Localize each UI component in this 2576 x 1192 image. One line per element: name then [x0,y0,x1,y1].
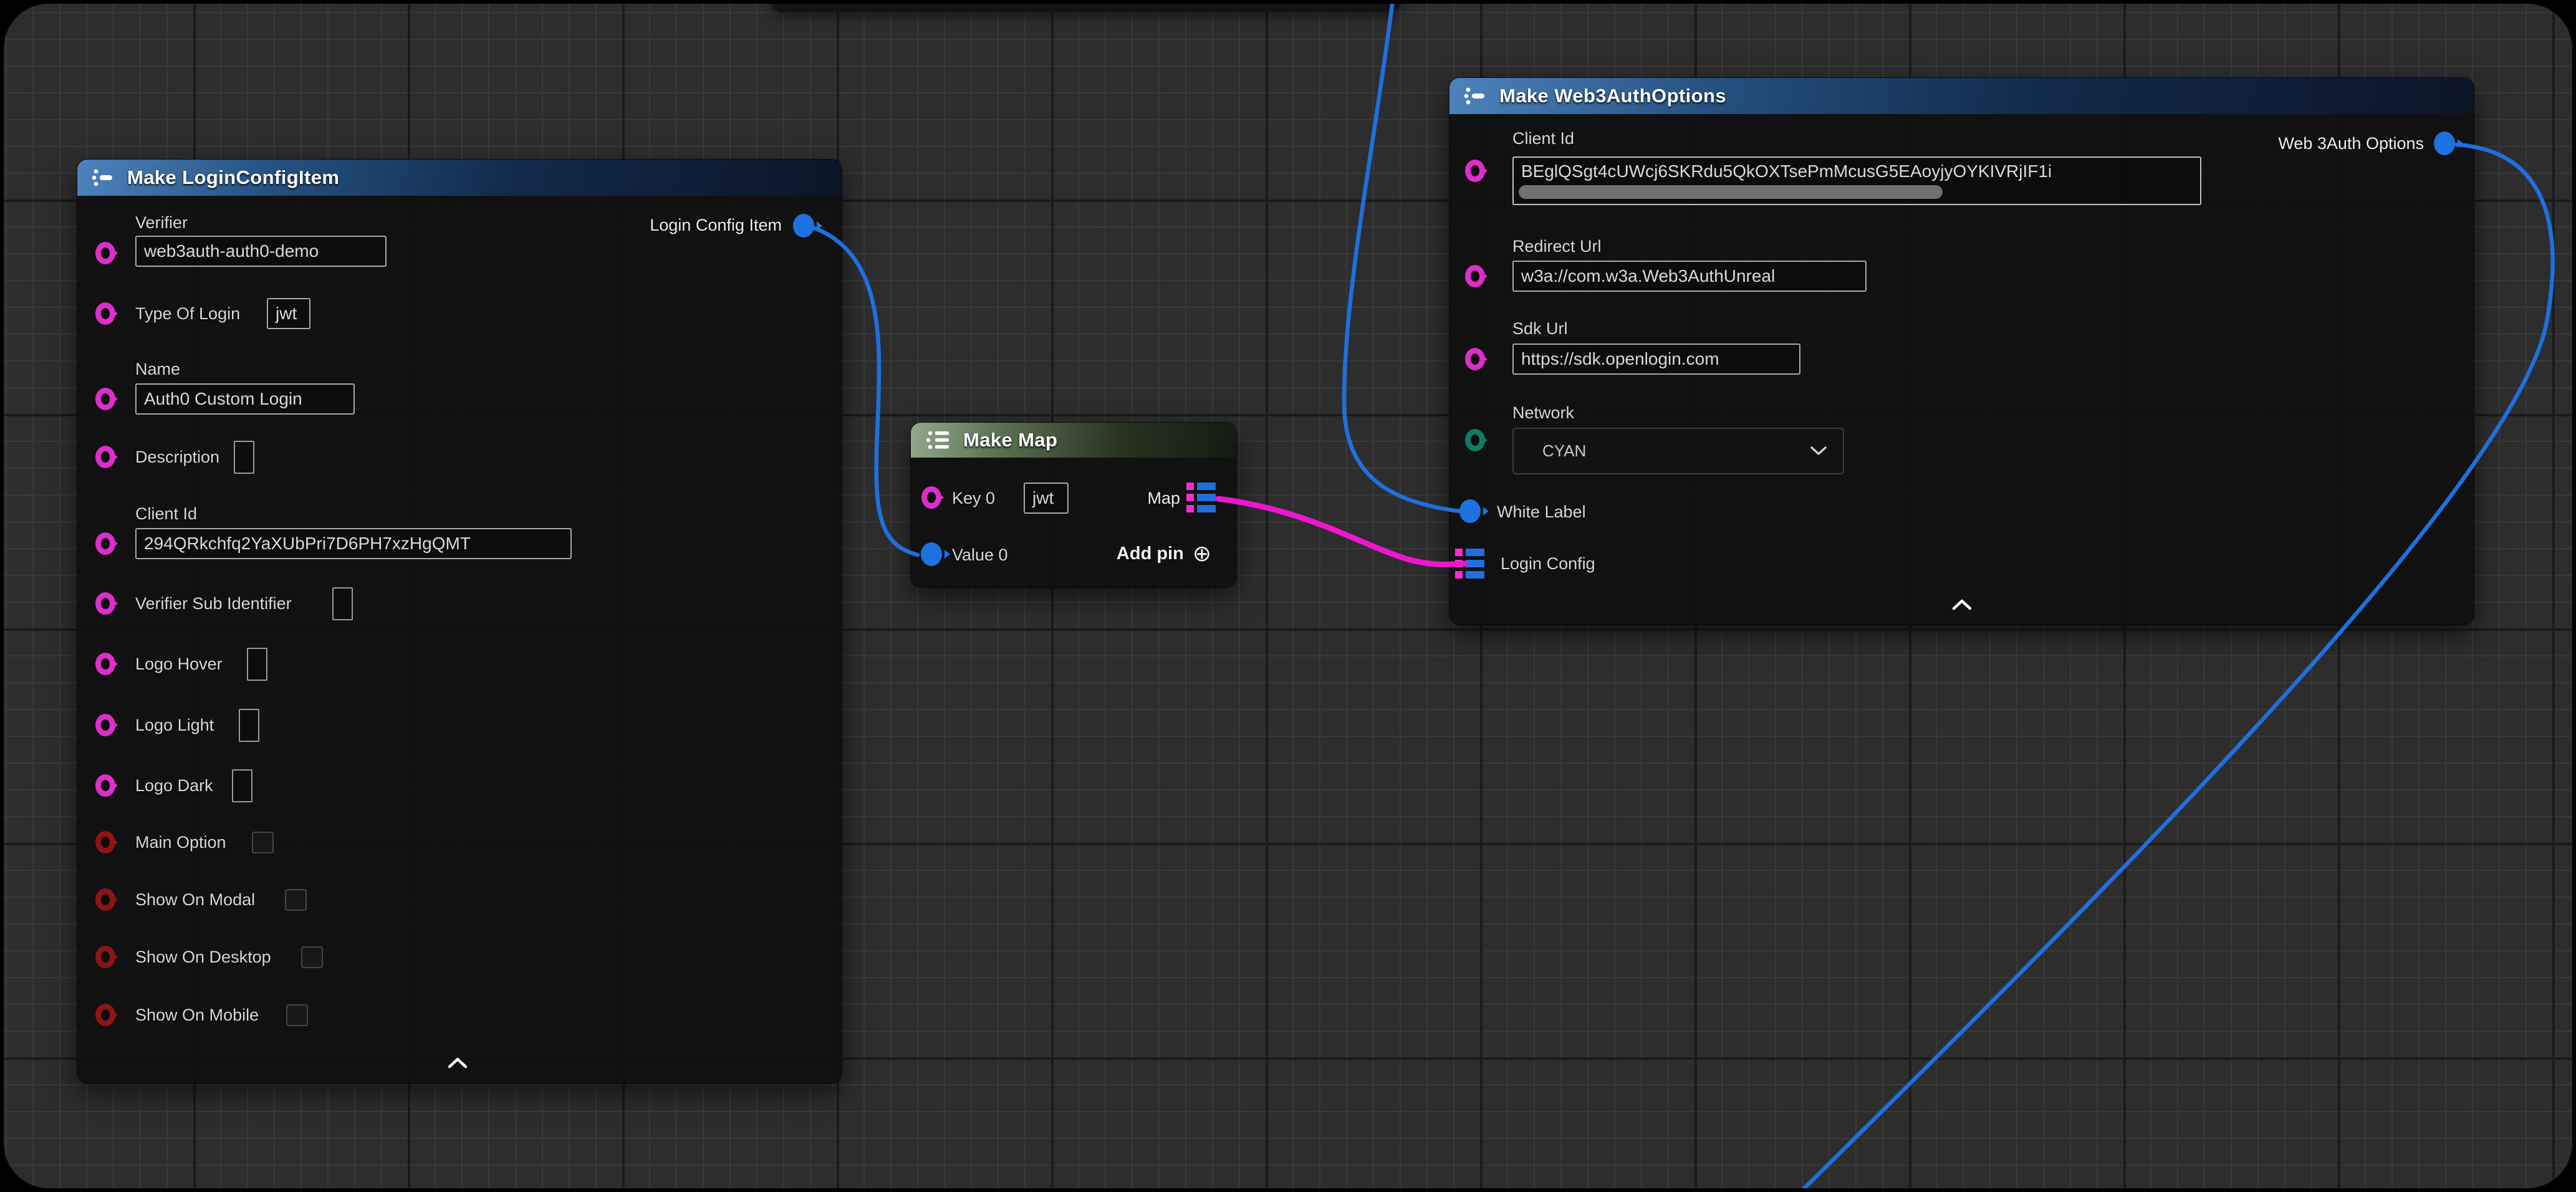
plus-circle-icon: ⊕ [1193,542,1211,565]
pin-white-label[interactable] [1459,499,1481,523]
pin-verifier-sub-identifier[interactable] [95,592,115,615]
pin-main-option[interactable] [95,831,115,853]
pin-value-0[interactable] [921,542,942,566]
name-input[interactable]: Auth0 Custom Login [135,383,355,415]
pin-label-logo-dark: Logo Dark [135,776,213,795]
pin-key-0[interactable] [921,486,941,509]
redirect-url-input[interactable]: w3a://com.w3a.Web3AuthUnreal [1512,261,1867,292]
make-map-icon [925,428,952,453]
pin-verifier[interactable] [95,242,115,264]
client-id-value: BEglQSgt4cUWcj6SKRdu5QkOXTsePmMcusG5EAoy… [1521,161,2052,181]
blueprint-graph-canvas[interactable]: Make LoginConfigItem Login Config Item V… [4,4,2572,1188]
client-id-horizontal-scrollbar[interactable] [1519,185,1943,199]
add-pin-label: Add pin [1117,544,1184,564]
pin-name[interactable] [95,388,115,410]
pin-label-login-config: Login Config [1501,554,1595,574]
pin-label-description: Description [135,448,219,467]
show-on-modal-checkbox[interactable] [285,889,307,911]
network-selected-value: CYAN [1542,441,1586,461]
pin-sdk-url[interactable] [1465,348,1485,370]
pin-label-type-of-login: Type Of Login [135,304,240,324]
pin-logo-light[interactable] [95,714,115,736]
output-pin-label: Web 3Auth Options [2278,134,2424,153]
pin-network[interactable] [1465,429,1485,451]
pin-label-logo-hover: Logo Hover [135,655,223,674]
chevron-down-icon [1810,446,1827,456]
wire-offscreen-to-white-label[interactable] [1344,4,1465,512]
show-on-mobile-checkbox[interactable] [286,1004,308,1026]
make-struct-icon [1463,84,1488,108]
node-header[interactable]: Make Web3AuthOptions [1449,78,2474,114]
pin-label-value-0: Value 0 [952,546,1008,565]
logo-dark-input[interactable] [232,769,252,802]
pin-label-verifier-sub-identifier: Verifier Sub Identifier [135,594,292,613]
pin-client-id[interactable] [1465,160,1485,182]
type-of-login-input[interactable]: jwt [267,298,310,329]
collapse-advanced-chevron-icon[interactable] [1952,599,1972,610]
network-dropdown[interactable]: CYAN [1512,428,1844,474]
pin-type-of-login[interactable] [95,302,115,325]
show-on-desktop-checkbox[interactable] [301,946,323,968]
pin-label-show-on-mobile: Show On Mobile [135,1006,259,1025]
verifier-input[interactable]: web3auth-auth0-demo [135,236,387,267]
offscreen-node-bottom-edge[interactable] [771,4,1401,12]
pin-label-network: Network [1512,403,1574,423]
logo-light-input[interactable] [239,709,259,742]
node-title: Make LoginConfigItem [127,166,339,189]
pin-client-id[interactable] [95,532,115,555]
wire-map-to-login-config[interactable] [1218,499,1465,564]
pin-label-white-label: White Label [1497,502,1586,522]
blueprint-editor-frame: Make LoginConfigItem Login Config Item V… [0,0,2576,1192]
pin-label-redirect-url: Redirect Url [1512,237,1602,256]
logo-hover-input[interactable] [247,648,267,681]
pin-label-client-id: Client Id [135,504,197,524]
pin-logo-dark[interactable] [95,774,115,797]
main-option-checkbox[interactable] [252,832,274,853]
pin-label-logo-light: Logo Light [135,716,214,735]
verifier-sub-identifier-input[interactable] [332,587,353,620]
pin-show-on-desktop[interactable] [95,946,115,968]
pin-show-on-modal[interactable] [95,888,115,911]
pin-redirect-url[interactable] [1465,265,1485,287]
node-title: Make Web3AuthOptions [1499,85,1726,107]
client-id-input[interactable]: 294QRkchfq2YaXUbPri7D6PH7xzHgQMT [135,528,572,559]
node-header[interactable]: Make LoginConfigItem [77,160,842,196]
add-pin-button[interactable]: Add pin ⊕ [1117,542,1211,565]
pin-label-main-option: Main Option [135,833,226,852]
node-title: Make Map [963,429,1057,451]
description-input[interactable] [234,441,254,474]
pin-label-key-0: Key 0 [952,489,995,508]
pin-label-verifier: Verifier [135,213,188,233]
node-make-loginconfigitem[interactable]: Make LoginConfigItem Login Config Item V… [77,160,842,1083]
pin-label-client-id: Client Id [1512,129,1574,148]
node-header[interactable]: Make Map [911,423,1236,458]
collapse-advanced-chevron-icon[interactable] [448,1057,468,1069]
pin-logo-hover[interactable] [95,653,115,675]
make-struct-icon [91,165,116,190]
pin-show-on-mobile[interactable] [95,1004,115,1026]
node-make-web3authoptions[interactable]: Make Web3AuthOptions Web 3Auth Options C… [1449,78,2474,625]
pin-label-show-on-modal: Show On Modal [135,890,255,910]
output-pin-map[interactable] [1186,483,1218,512]
pin-label-show-on-desktop: Show On Desktop [135,948,271,967]
key-0-input[interactable]: jwt [1024,483,1069,514]
pin-description[interactable] [95,446,115,468]
node-make-map[interactable]: Make Map Key 0 jwt Map Value 0 Add pin ⊕ [911,423,1236,587]
sdk-url-input[interactable]: https://sdk.openlogin.com [1512,344,1800,375]
pin-label-sdk-url: Sdk Url [1512,319,1568,339]
output-pin-label: Map [1147,489,1180,508]
pin-label-name: Name [135,360,180,379]
output-pin-web3auth-options[interactable] [2434,132,2455,155]
output-pin-label: Login Config Item [650,216,782,235]
output-pin-login-config-item[interactable] [793,214,814,238]
pin-login-config[interactable] [1455,549,1486,579]
client-id-input[interactable]: BEglQSgt4cUWcj6SKRdu5QkOXTsePmMcusG5EAoy… [1512,156,2201,205]
